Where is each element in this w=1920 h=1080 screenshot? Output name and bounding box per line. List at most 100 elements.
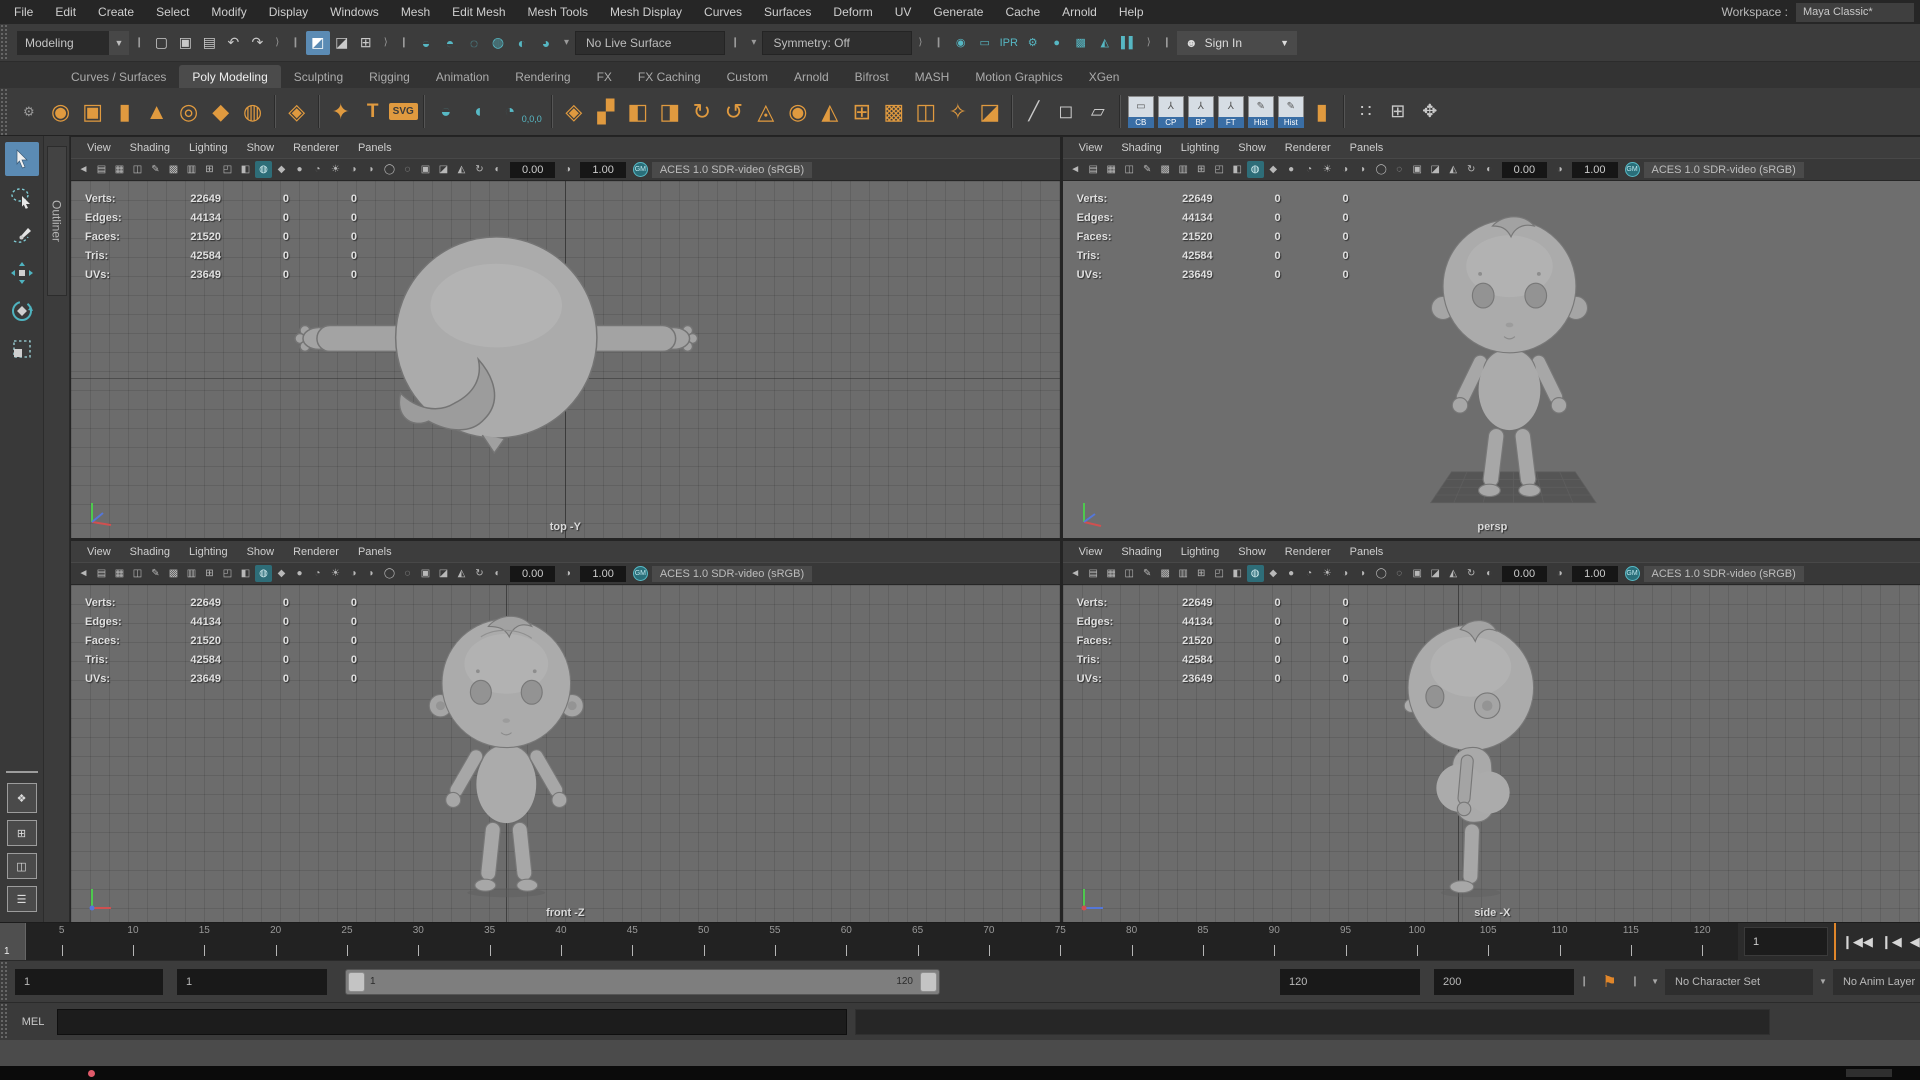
panel-bar-icon[interactable]: ▣ <box>417 565 434 582</box>
viewport-persp[interactable]: ViewShadingLightingShowRendererPanels ◄▤… <box>1063 137 1920 538</box>
panel-menu-item[interactable]: Lighting <box>1181 546 1220 558</box>
command-line-grip[interactable] <box>0 1003 9 1040</box>
group-collapse-icon[interactable]: ⟩ <box>918 37 922 48</box>
panel-bar-icon[interactable]: ◯ <box>1373 565 1390 582</box>
panel-bar-icon[interactable]: ◰ <box>219 565 236 582</box>
menu-item[interactable]: Surfaces <box>764 5 811 19</box>
menu-item[interactable]: Cache <box>1005 5 1040 19</box>
panel-bar-icon[interactable]: ◧ <box>1229 565 1246 582</box>
super-shape-icon[interactable]: ✦ <box>325 96 357 128</box>
sculpt-tool-icon[interactable]: ◒ <box>430 96 462 128</box>
panel-bar-icon[interactable]: ▥ <box>1175 161 1192 178</box>
panel-bar-icon[interactable]: ▦ <box>111 161 128 178</box>
panel-bar-icon[interactable]: ◰ <box>219 161 236 178</box>
symmetry-field[interactable]: Symmetry: Off <box>762 31 912 55</box>
panel-bar-icon[interactable]: ◗ <box>1355 161 1372 178</box>
playback-end-field[interactable]: 120 <box>1280 969 1420 995</box>
panel-menu-item[interactable]: Show <box>247 546 275 558</box>
viewport-front[interactable]: ViewShadingLightingShowRendererPanels ◄▤… <box>71 541 1060 924</box>
panel-bar-icon[interactable]: ◭ <box>453 565 470 582</box>
panel-bar-icon[interactable]: ▩ <box>165 161 182 178</box>
editor-shortcut-icon[interactable]: ⅄ CP <box>1158 96 1184 128</box>
timeline-tick[interactable]: 30 <box>383 923 454 960</box>
timeline-tick[interactable]: 60 <box>811 923 882 960</box>
modeling-tool-icon[interactable]: ◈ <box>558 96 590 128</box>
panel-bar-icon[interactable]: ◪ <box>435 161 452 178</box>
panel-menu-item[interactable]: Panels <box>358 546 392 558</box>
menu-item[interactable]: Select <box>156 5 189 19</box>
shelf-tab[interactable]: Custom <box>714 65 781 88</box>
curve-tool-icon[interactable]: ╱ <box>1018 96 1050 128</box>
paint-select-tool-button[interactable] <box>5 218 39 252</box>
curve-tool-icon[interactable]: ◻ <box>1050 96 1082 128</box>
panel-bar-icon[interactable]: ▦ <box>1103 161 1120 178</box>
panel-bar-icon[interactable]: ↻ <box>471 565 488 582</box>
group-divider[interactable]: ❙ <box>291 37 299 48</box>
gamma-field[interactable]: 1.00 <box>1572 162 1617 178</box>
animation-end-field[interactable]: 200 <box>1434 969 1574 995</box>
render-icon[interactable]: ◉ <box>949 31 973 55</box>
panel-bar-icon[interactable]: ◫ <box>129 161 146 178</box>
panel-menu-item[interactable]: Renderer <box>293 546 339 558</box>
panel-menu-item[interactable]: Renderer <box>293 142 339 154</box>
timeline-ticks[interactable]: 5 10 15 20 25 30 <box>26 923 1738 960</box>
panel-bar-icon[interactable]: ✎ <box>147 161 164 178</box>
playback-button[interactable]: ❙◀ <box>1881 934 1902 950</box>
viewport-top[interactable]: ViewShadingLightingShowRendererPanels ◄▤… <box>71 137 1060 538</box>
display-toggle-icon[interactable]: ⊞ <box>1382 96 1414 128</box>
poly-primitive-icon[interactable]: ◆ <box>205 96 237 128</box>
character-set-field[interactable]: No Character Set <box>1665 969 1813 995</box>
colorspace-icon[interactable]: GM <box>633 566 648 581</box>
colorspace-icon[interactable]: GM <box>1625 162 1640 177</box>
group-divider[interactable]: ❙ <box>1163 37 1171 48</box>
panel-bar-icon[interactable]: ◧ <box>1229 161 1246 178</box>
range-slider-track[interactable]: 1 120 <box>345 969 940 995</box>
panel-menu-item[interactable]: Lighting <box>189 142 228 154</box>
panel-bar-icon[interactable]: ◄ <box>1067 565 1084 582</box>
panel-menu-item[interactable]: Shading <box>1121 546 1161 558</box>
menu-item[interactable]: UV <box>895 5 912 19</box>
panel-menu-item[interactable]: Lighting <box>1181 142 1220 154</box>
colorspace-field[interactable]: ACES 1.0 SDR-video (sRGB) <box>1644 162 1804 178</box>
panel-bar-icon[interactable]: ◌ <box>1391 161 1408 178</box>
render-icon[interactable]: ● <box>1045 31 1069 55</box>
panel-bar-icon[interactable]: ▣ <box>1409 161 1426 178</box>
poly-primitive-icon[interactable]: ▣ <box>77 96 109 128</box>
layout-single-pane-button[interactable]: ❖ <box>7 783 37 813</box>
exposure-icon[interactable]: ◐ <box>1481 565 1498 582</box>
group-divider[interactable]: ❙ <box>135 37 143 48</box>
panel-bar-icon[interactable]: ◰ <box>1211 565 1228 582</box>
timeline-tick[interactable]: 70 <box>953 923 1024 960</box>
panel-bar-icon[interactable]: ◯ <box>381 565 398 582</box>
panel-bar-icon[interactable]: ▥ <box>183 161 200 178</box>
panel-bar-icon[interactable]: ▩ <box>1157 565 1174 582</box>
command-result-field[interactable] <box>855 1009 1770 1035</box>
shelf-tab[interactable]: FX <box>584 65 625 88</box>
panel-bar-icon[interactable]: ◆ <box>273 565 290 582</box>
shelf-tab[interactable]: Rigging <box>356 65 423 88</box>
panel-bar-icon[interactable]: ▣ <box>417 161 434 178</box>
editor-shortcut-icon[interactable]: ✎ Hist <box>1278 96 1304 128</box>
menu-item[interactable]: Display <box>269 5 308 19</box>
panel-menu-item[interactable]: Panels <box>358 142 392 154</box>
modeling-tool-icon[interactable]: ◫ <box>910 96 942 128</box>
render-icon[interactable]: IPR <box>997 31 1021 55</box>
anim-layer-dropdown-icon[interactable]: ▼ <box>1819 977 1827 986</box>
set-key-icon[interactable]: ⚑ <box>1602 972 1616 992</box>
editor-shortcut-icon[interactable]: ⅄ BP <box>1188 96 1214 128</box>
platonic-solid-icon[interactable]: ◈ <box>281 96 313 128</box>
group-collapse-icon[interactable]: ⟩ <box>384 37 388 48</box>
shelf-tab[interactable]: Rendering <box>502 65 583 88</box>
panel-bar-icon[interactable]: ⊞ <box>201 565 218 582</box>
panel-menu-item[interactable]: View <box>1079 546 1103 558</box>
panel-bar-icon[interactable]: ◪ <box>1427 565 1444 582</box>
panel-bar-icon[interactable]: ✎ <box>1139 161 1156 178</box>
panel-bar-icon[interactable]: ◔ <box>1301 161 1318 178</box>
panel-bar-icon[interactable]: ◆ <box>273 161 290 178</box>
shelf-tab[interactable]: MASH <box>902 65 963 88</box>
panel-bar-icon[interactable]: ▩ <box>165 565 182 582</box>
playback-button[interactable]: ◀ <box>1910 934 1920 950</box>
render-icon[interactable]: ◭ <box>1093 31 1117 55</box>
group-collapse-icon[interactable]: ⟩ <box>1147 37 1151 48</box>
modeling-tool-icon[interactable]: ◉ <box>782 96 814 128</box>
